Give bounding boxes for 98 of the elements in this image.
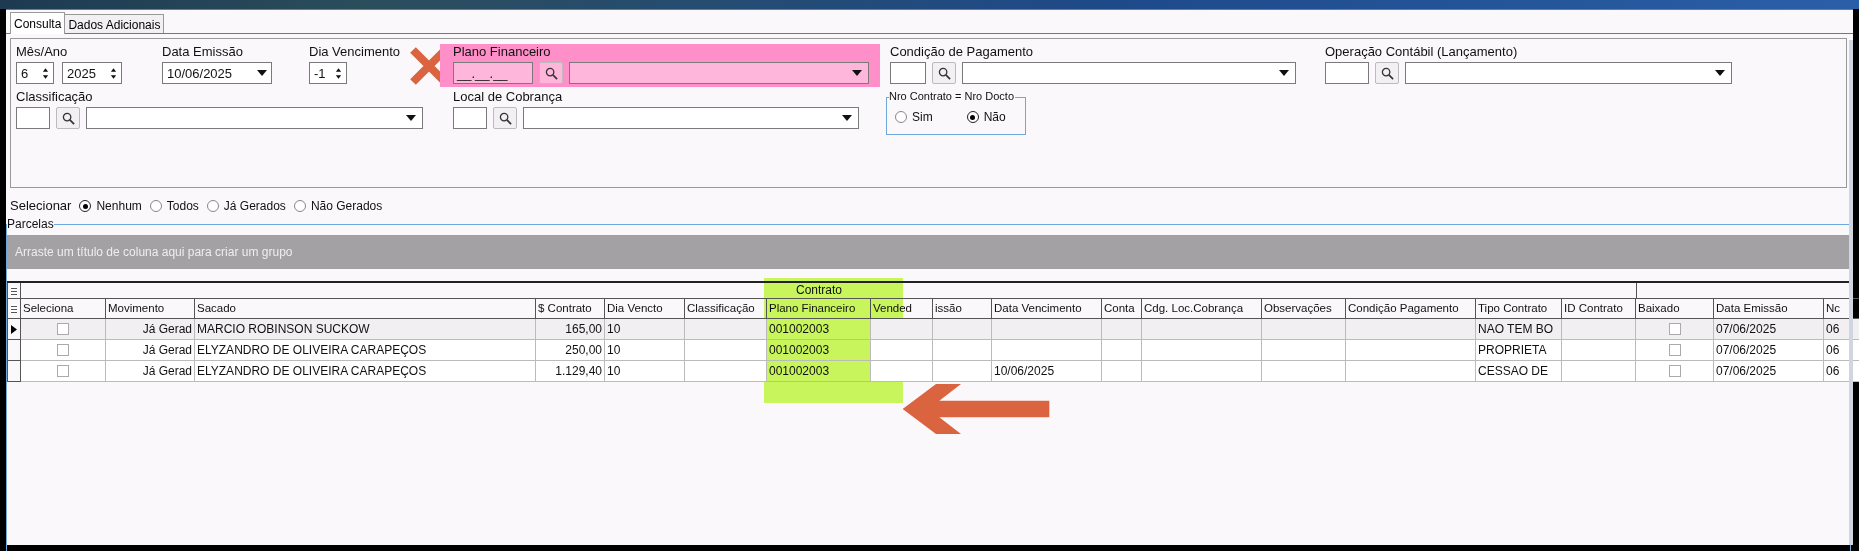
- search-icon: [1380, 66, 1394, 80]
- table-cell: [933, 361, 992, 382]
- table-cell: 07/06/2025: [1714, 340, 1824, 361]
- table-cell: [933, 340, 992, 361]
- search-icon: [498, 111, 512, 125]
- current-row-icon: [11, 324, 17, 334]
- radio-button[interactable]: [79, 200, 92, 212]
- search-icon: [937, 66, 951, 80]
- field-label: Classificação: [16, 89, 94, 105]
- year-spinner[interactable]: 2025: [62, 62, 122, 84]
- table-cell: [871, 319, 933, 340]
- checkbox[interactable]: [57, 323, 69, 335]
- checkbox[interactable]: [1668, 323, 1681, 335]
- table-cell: CESSAO DE: [1476, 361, 1562, 382]
- month-spinner[interactable]: 6: [16, 62, 54, 84]
- table-cell: [1102, 319, 1142, 340]
- table-cell: 07/06/2025: [1714, 319, 1824, 340]
- band-header: Contrato: [767, 283, 871, 299]
- table-cell: 165,00: [536, 319, 605, 340]
- column-chooser-icon[interactable]: [7, 283, 21, 299]
- group-legend: Parcelas: [7, 217, 54, 231]
- dropdown-field[interactable]: [1405, 62, 1732, 84]
- search-button[interactable]: [1375, 62, 1399, 84]
- field-label: Operação Contábil (Lançamento): [1325, 44, 1519, 60]
- search-icon: [544, 66, 558, 80]
- table-cell: [933, 319, 992, 340]
- table-cell: ELYZANDRO DE OLIVEIRA CARAPEÇOS: [195, 340, 536, 361]
- table-cell: PROPRIETA: [1476, 340, 1562, 361]
- field-label: Mês/Ano: [16, 44, 69, 60]
- table-cell: 10: [605, 319, 685, 340]
- dropdown-arrow-icon[interactable]: [1279, 70, 1289, 76]
- table-cell: Já Gerad: [106, 340, 195, 361]
- radio-label[interactable]: Não: [983, 110, 1006, 124]
- field-label: Data Emissão: [162, 44, 244, 60]
- group-hint: Arraste um título de coluna aqui para criar um grupo: [15, 245, 293, 259]
- code-field[interactable]: [890, 62, 926, 84]
- radio-button[interactable]: [206, 200, 219, 212]
- dropdown-field[interactable]: [523, 107, 859, 129]
- table-cell: 1.129,40: [536, 361, 605, 382]
- selection-label: Selecionar: [10, 198, 72, 214]
- table-cell: Já Gerad: [106, 319, 195, 340]
- radio-button[interactable]: [966, 111, 979, 123]
- table-cell: [1102, 340, 1142, 361]
- dropdown-field[interactable]: [86, 107, 423, 129]
- checkbox[interactable]: [1668, 344, 1681, 356]
- table-cell: Já Gerad: [106, 361, 195, 382]
- group-legend: Nro Contrato = Nro Docto: [889, 90, 1016, 102]
- dropdown-field[interactable]: [962, 62, 1296, 84]
- radio-label[interactable]: Sim: [912, 110, 933, 124]
- search-button[interactable]: [932, 62, 956, 84]
- spin-arrows-icon[interactable]: [335, 66, 342, 80]
- dropdown-arrow-icon[interactable]: [1715, 70, 1725, 76]
- radio-label[interactable]: Já Gerados: [223, 199, 286, 213]
- table-cell: 10: [605, 361, 685, 382]
- column-chooser-icon[interactable]: [7, 299, 21, 319]
- radio-button[interactable]: [293, 200, 306, 212]
- day-spinner[interactable]: -1: [309, 62, 347, 84]
- checkbox[interactable]: [57, 365, 69, 377]
- checkbox[interactable]: [1668, 365, 1681, 377]
- search-button[interactable]: [493, 107, 517, 129]
- tab[interactable]: Dados Adicionais: [64, 14, 165, 34]
- code-field[interactable]: [1325, 62, 1369, 84]
- checkbox[interactable]: [57, 344, 69, 356]
- dropdown-arrow-icon[interactable]: [406, 115, 416, 121]
- code-field[interactable]: [16, 107, 50, 129]
- search-button[interactable]: [539, 62, 563, 84]
- field-label: Dia Vencimento: [309, 44, 402, 60]
- radio-label[interactable]: Não Gerados: [310, 199, 383, 213]
- field-label: Local de Cobrança: [453, 89, 564, 105]
- dropdown-field[interactable]: [569, 62, 869, 84]
- radio-label[interactable]: Nenhum: [96, 199, 142, 213]
- table-cell: MARCIO ROBINSON SUCKOW: [195, 319, 536, 340]
- table-cell: 250,00: [536, 340, 605, 361]
- search-icon: [61, 111, 75, 125]
- field-label: Plano Financeiro: [453, 44, 552, 60]
- dropdown-arrow-icon[interactable]: [257, 70, 267, 76]
- radio-button[interactable]: [895, 111, 907, 123]
- search-button[interactable]: [56, 107, 80, 129]
- tab[interactable]: Consulta: [10, 12, 66, 34]
- radio-button[interactable]: [149, 200, 162, 212]
- spin-arrows-icon[interactable]: [42, 66, 49, 80]
- column-header[interactable]: Plano Financeiro: [767, 299, 871, 319]
- table-cell: [1102, 361, 1142, 382]
- table-cell: 10/06/2025: [992, 361, 1102, 382]
- masked-code-field[interactable]: __.__.__: [453, 62, 533, 84]
- code-field[interactable]: [453, 107, 487, 129]
- table-cell: ELYZANDRO DE OLIVEIRA CARAPEÇOS: [195, 361, 536, 382]
- dropdown-arrow-icon[interactable]: [852, 70, 862, 76]
- table-cell: 10: [605, 340, 685, 361]
- table-cell: [871, 361, 933, 382]
- table-cell: [871, 340, 933, 361]
- field-label: Condição de Pagamento: [890, 44, 1035, 60]
- radio-label[interactable]: Todos: [166, 199, 199, 213]
- table-cell: 07/06/2025: [1714, 361, 1824, 382]
- spin-arrows-icon[interactable]: [110, 66, 117, 80]
- date-picker[interactable]: 10/06/2025: [162, 62, 272, 84]
- dropdown-arrow-icon[interactable]: [842, 115, 852, 121]
- table-cell: NAO TEM BO: [1476, 319, 1562, 340]
